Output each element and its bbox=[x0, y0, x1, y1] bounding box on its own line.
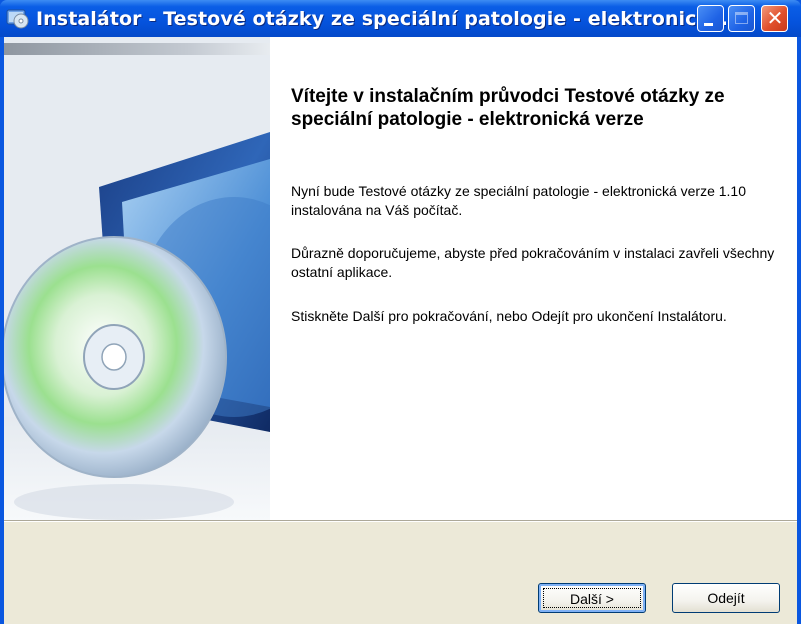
close-apps-recommendation: Důrazně doporučujeme, abyste před pokrač… bbox=[291, 245, 775, 280]
installer-window: Instalátor - Testové otázky ze speciální… bbox=[0, 0, 801, 624]
install-info-text: Nyní bude Testové otázky ze speciální pa… bbox=[291, 183, 746, 218]
maximize-button[interactable] bbox=[728, 5, 755, 32]
wizard-banner-image bbox=[4, 37, 270, 520]
close-icon: ✕ bbox=[766, 6, 784, 30]
minimize-icon bbox=[704, 23, 713, 26]
exit-button[interactable]: Odejít bbox=[672, 583, 780, 613]
next-button[interactable]: Další > bbox=[538, 583, 646, 613]
continue-instructions: Stiskněte Další pro pokračování, nebo Od… bbox=[291, 308, 727, 324]
wizard-content: Vítejte v instalačním průvodci Testové o… bbox=[270, 37, 797, 520]
title-bar[interactable]: Instalátor - Testové otázky ze speciální… bbox=[0, 0, 801, 37]
welcome-heading: Vítejte v instalačním průvodci Testové o… bbox=[291, 86, 725, 130]
maximize-icon bbox=[735, 12, 748, 24]
window-title: Instalátor - Testové otázky ze speciální… bbox=[36, 8, 726, 30]
minimize-button[interactable] bbox=[697, 5, 724, 32]
next-button-label: Další > bbox=[543, 588, 641, 608]
wizard-footer: Další > Odejít bbox=[4, 522, 797, 624]
wizard-client-area: Vítejte v instalačním průvodci Testové o… bbox=[4, 37, 797, 624]
installer-cd-icon bbox=[6, 7, 30, 29]
close-button[interactable]: ✕ bbox=[761, 5, 788, 32]
